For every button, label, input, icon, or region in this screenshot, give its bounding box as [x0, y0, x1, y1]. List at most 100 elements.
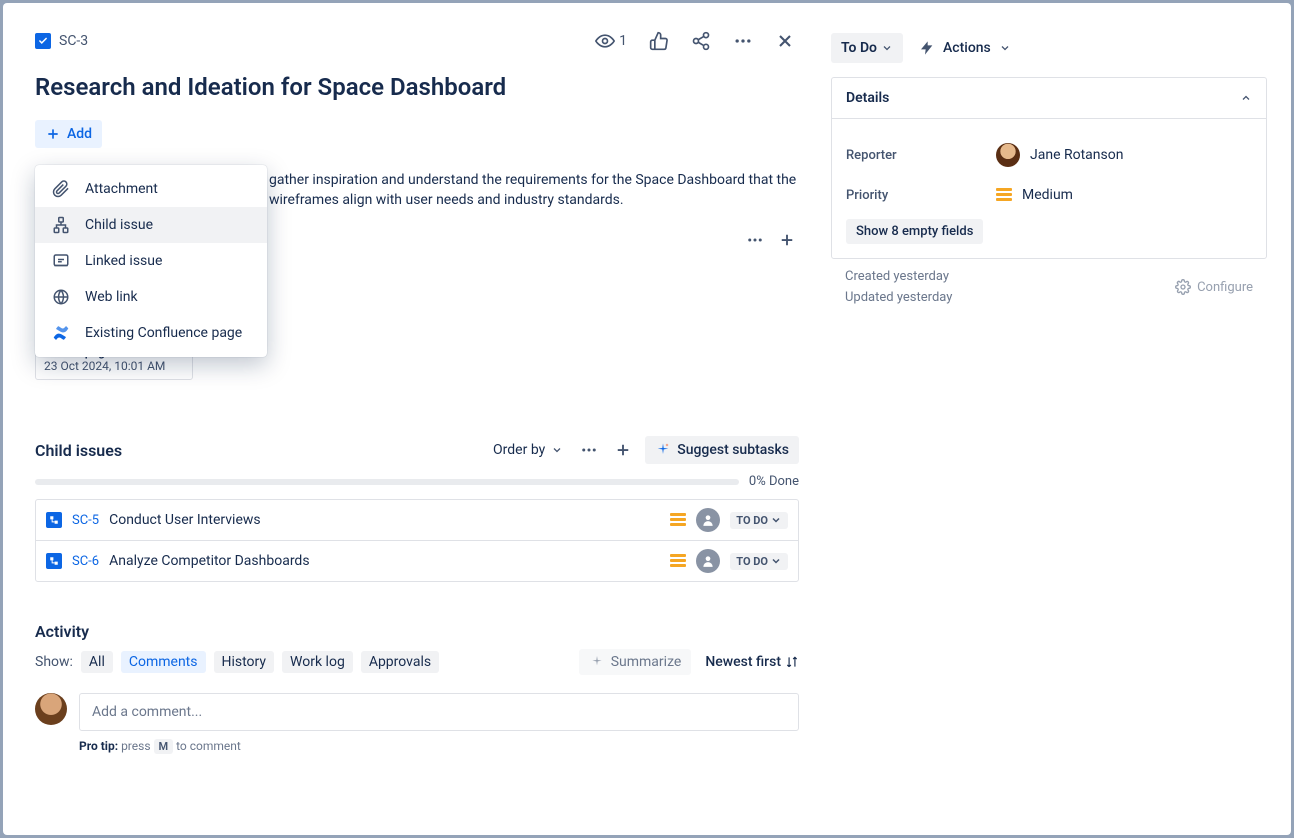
child-issue-summary[interactable]: Conduct User Interviews — [109, 512, 660, 528]
more-actions-button[interactable] — [729, 27, 757, 55]
child-issue-key[interactable]: SC-5 — [72, 513, 99, 528]
child-issue-key[interactable]: SC-6 — [72, 554, 99, 569]
comment-input[interactable]: Add a comment... — [79, 693, 799, 731]
child-issue-row[interactable]: SC-5 Conduct User Interviews TO DO — [36, 500, 798, 541]
attachments-more-button[interactable] — [743, 228, 767, 252]
child-issues-progress-text: 0% Done — [749, 474, 799, 489]
like-button[interactable] — [645, 27, 673, 55]
summarize-button[interactable]: Summarize — [579, 649, 692, 675]
plus-icon — [614, 441, 632, 459]
child-status-dropdown[interactable]: TO DO — [730, 553, 788, 570]
show-empty-fields-button[interactable]: Show 8 empty fields — [846, 219, 983, 244]
chevron-down-icon — [770, 555, 782, 567]
menuitem-label: Web link — [85, 289, 138, 305]
watchers-button[interactable]: 1 — [591, 27, 631, 55]
add-attachment-menuitem[interactable]: Attachment — [35, 171, 267, 207]
chevron-down-icon — [551, 444, 563, 456]
actions-dropdown[interactable]: Actions — [913, 33, 1017, 63]
close-icon — [775, 31, 795, 51]
share-icon — [691, 31, 711, 51]
add-button[interactable]: Add — [35, 120, 102, 148]
ai-sparkle-icon — [655, 442, 671, 458]
details-toggle[interactable]: Details — [832, 78, 1266, 119]
filter-all[interactable]: All — [81, 651, 113, 673]
child-issue-summary[interactable]: Analyze Competitor Dashboards — [109, 553, 660, 569]
close-button[interactable] — [771, 27, 799, 55]
menuitem-label: Linked issue — [85, 253, 162, 269]
priority-value: Medium — [1022, 187, 1073, 203]
chevron-down-icon — [881, 42, 893, 54]
filter-history[interactable]: History — [214, 651, 275, 673]
chevron-down-icon — [999, 42, 1011, 54]
thumbs-up-icon — [649, 31, 669, 51]
child-issues-progress-bar — [35, 479, 739, 485]
priority-label: Priority — [846, 188, 996, 203]
child-issues-heading: Child issues — [35, 441, 122, 460]
reporter-avatar — [996, 143, 1020, 167]
confluence-icon — [51, 323, 71, 343]
subtask-icon — [46, 553, 62, 569]
globe-icon — [51, 287, 71, 307]
assignee-unassigned[interactable] — [696, 549, 720, 573]
created-date: Created yesterday — [845, 269, 952, 284]
filter-worklog[interactable]: Work log — [282, 651, 353, 673]
order-by-dropdown[interactable]: Order by — [489, 438, 567, 462]
issue-title[interactable]: Research and Ideation for Space Dashboar… — [35, 73, 799, 102]
sort-button[interactable]: Newest first — [705, 654, 799, 670]
reporter-field[interactable]: Jane Rotanson — [996, 143, 1123, 167]
filter-approvals[interactable]: Approvals — [361, 651, 439, 673]
bolt-icon — [919, 40, 935, 56]
plus-icon — [45, 126, 61, 142]
child-status-dropdown[interactable]: TO DO — [730, 512, 788, 529]
add-child-issue-menuitem[interactable]: Child issue — [35, 207, 267, 243]
filter-comments[interactable]: Comments — [121, 651, 206, 673]
configure-button[interactable]: Configure — [1175, 269, 1253, 305]
reporter-label: Reporter — [846, 148, 996, 163]
description-text[interactable]: gather inspiration and understand the re… — [269, 170, 799, 211]
priority-medium-icon — [996, 188, 1012, 202]
order-by-label: Order by — [493, 442, 545, 458]
issue-key[interactable]: SC-3 — [59, 33, 88, 49]
share-button[interactable] — [687, 27, 715, 55]
add-child-issue-button[interactable] — [611, 438, 635, 462]
priority-medium-icon — [670, 513, 686, 527]
add-attachment-button[interactable] — [775, 228, 799, 252]
current-user-avatar — [35, 693, 67, 725]
menuitem-label: Existing Confluence page — [85, 325, 242, 341]
assignee-unassigned[interactable] — [696, 508, 720, 532]
suggest-subtasks-label: Suggest subtasks — [677, 442, 789, 458]
add-web-link-menuitem[interactable]: Web link — [35, 279, 267, 315]
add-button-label: Add — [67, 126, 92, 142]
suggest-subtasks-button[interactable]: Suggest subtasks — [645, 436, 799, 464]
issue-type-icon — [35, 33, 51, 49]
priority-field[interactable]: Medium — [996, 187, 1073, 203]
sort-icon — [785, 655, 799, 669]
eye-icon — [595, 31, 615, 51]
reporter-name: Jane Rotanson — [1030, 147, 1123, 163]
paperclip-icon — [51, 179, 71, 199]
configure-label: Configure — [1197, 280, 1253, 295]
add-linked-issue-menuitem[interactable]: Linked issue — [35, 243, 267, 279]
actions-label: Actions — [943, 40, 991, 56]
subtask-icon — [46, 512, 62, 528]
activity-heading: Activity — [35, 622, 799, 641]
pro-tip: Pro tip: press M to comment — [79, 739, 799, 754]
watcher-count: 1 — [619, 33, 627, 49]
ellipsis-icon — [733, 31, 753, 51]
show-label: Show: — [35, 654, 73, 670]
priority-medium-icon — [670, 554, 686, 568]
menuitem-label: Child issue — [85, 217, 153, 233]
ai-sparkle-icon — [589, 654, 605, 670]
summarize-label: Summarize — [611, 654, 682, 670]
chevron-up-icon — [1240, 92, 1252, 104]
status-dropdown[interactable]: To Do — [831, 33, 903, 63]
add-dropdown-menu: Attachment Child issue Linked issue Web … — [35, 165, 267, 357]
child-issues-more-button[interactable] — [577, 438, 601, 462]
breadcrumb[interactable]: SC-3 — [35, 33, 88, 49]
child-issue-row[interactable]: SC-6 Analyze Competitor Dashboards TO DO — [36, 541, 798, 581]
attachment-date: 23 Oct 2024, 10:01 AM — [44, 359, 184, 373]
add-confluence-menuitem[interactable]: Existing Confluence page — [35, 315, 267, 351]
chevron-down-icon — [770, 514, 782, 526]
ellipsis-icon — [580, 441, 598, 459]
child-issues-list: SC-5 Conduct User Interviews TO DO — [35, 499, 799, 582]
